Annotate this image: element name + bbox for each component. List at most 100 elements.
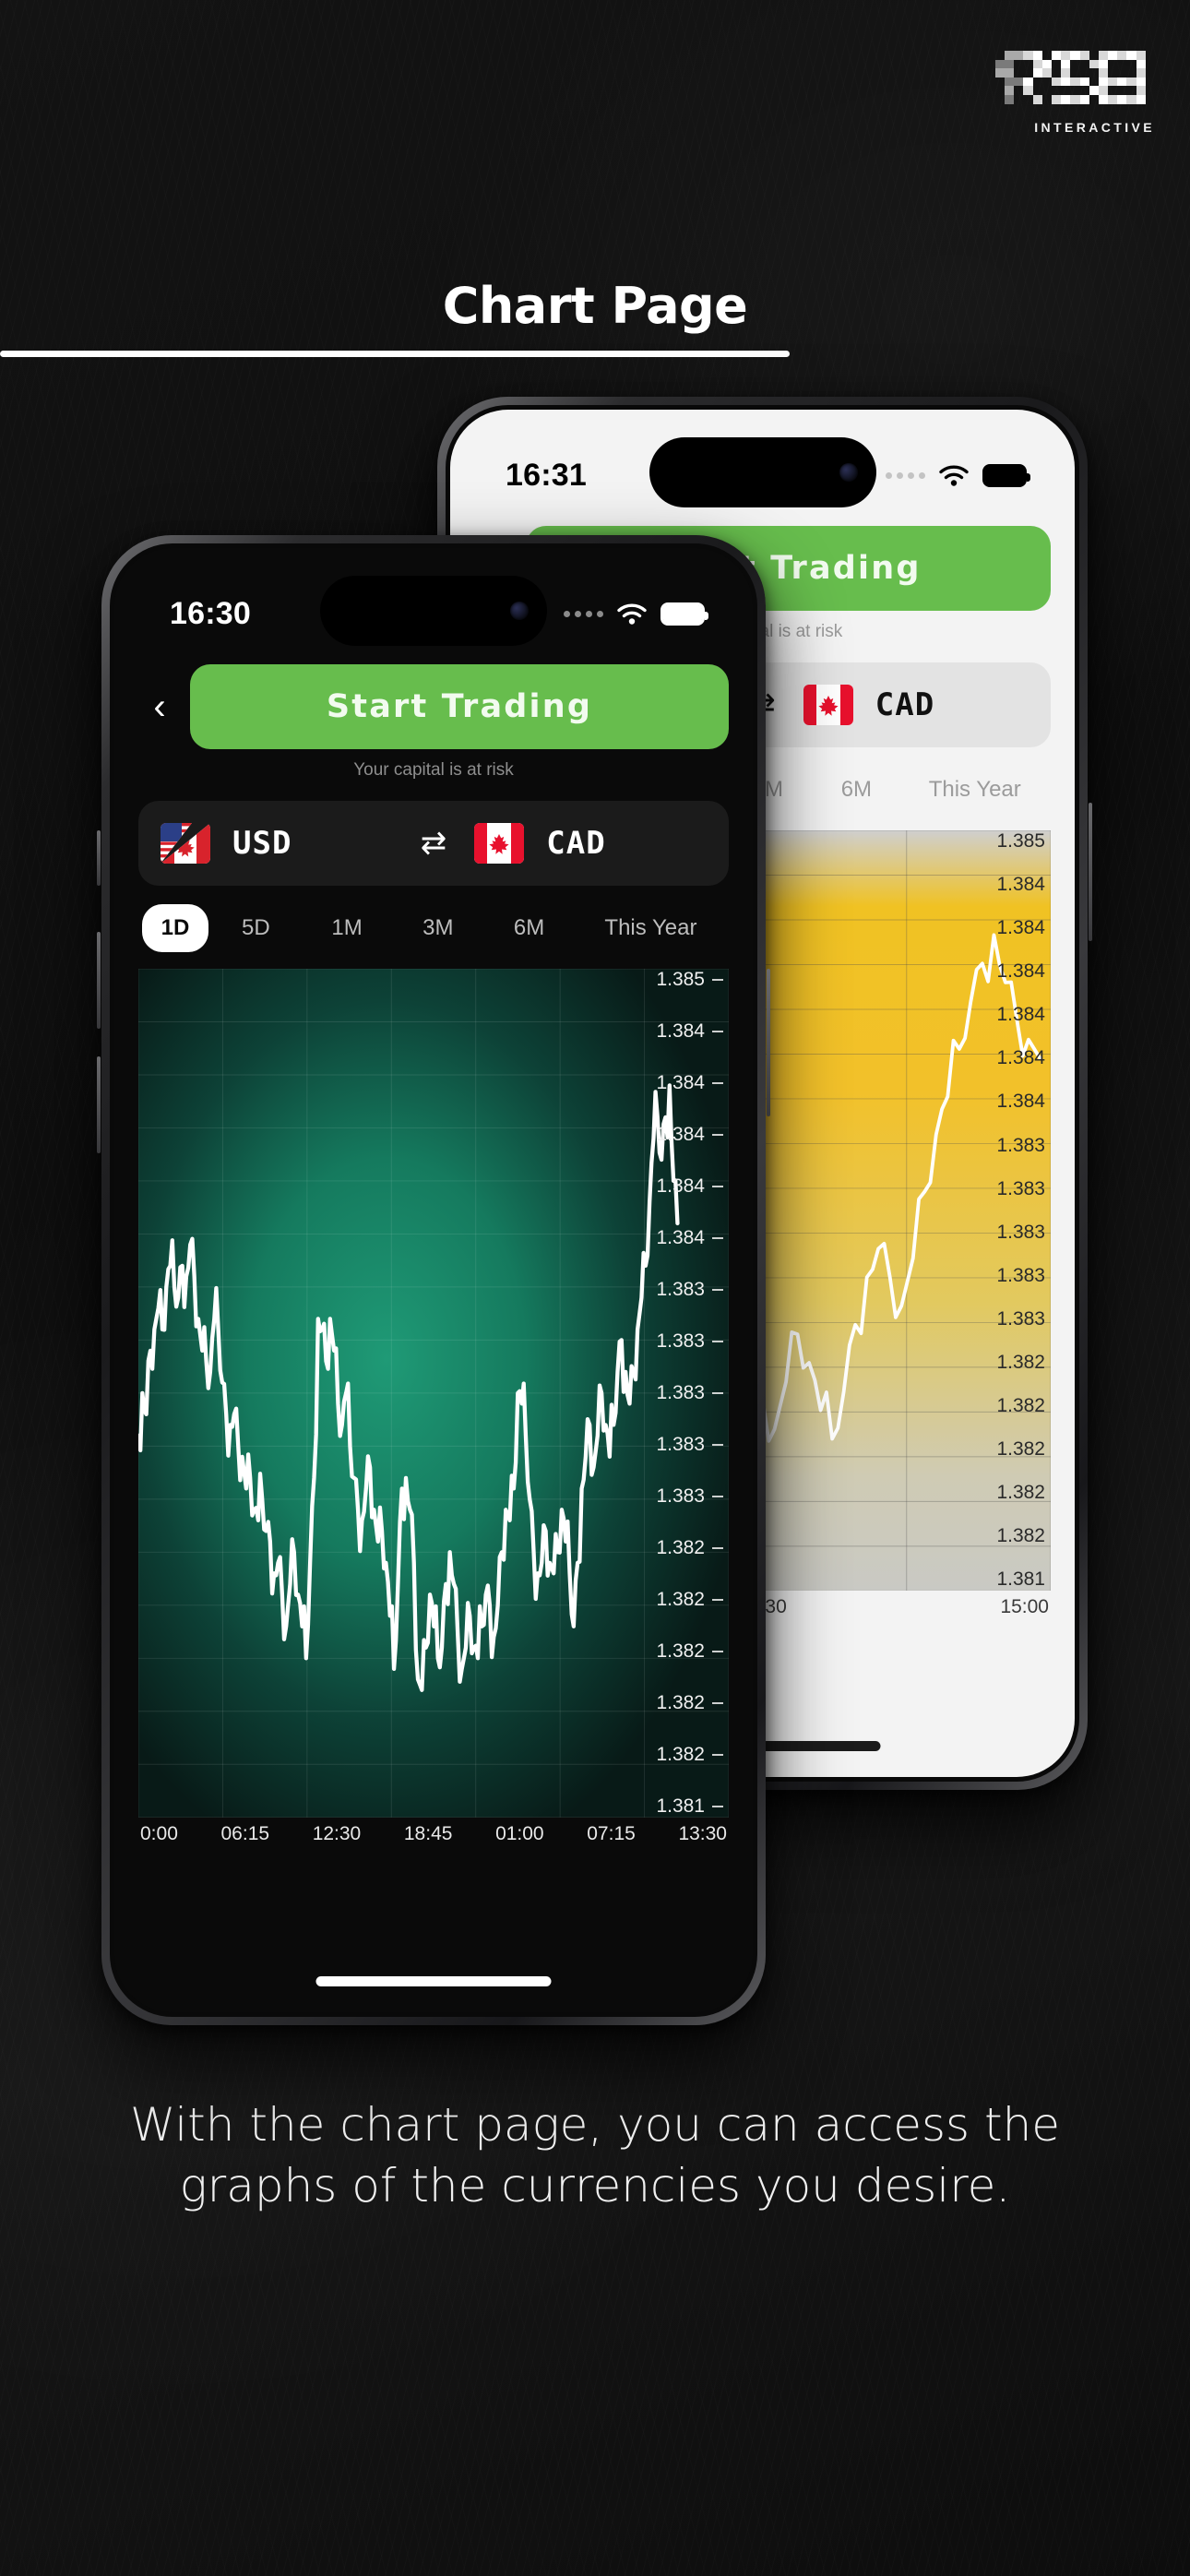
volume-up-button[interactable] [97,932,101,1029]
start-trading-button[interactable]: Start Trading [190,664,729,749]
price-chart-svg-front [138,969,729,1818]
logo-pixel [1005,104,1014,113]
logo-pixel [1146,104,1155,113]
to-currency[interactable]: CAD [781,685,1051,725]
logo-pixel [1098,86,1109,95]
brand-logo: INTERACTIVE [980,51,1155,135]
logo-pixel [1117,51,1127,60]
logo-pixel [1014,77,1024,87]
logo-pixel [1136,94,1146,104]
canada-flag-icon [803,685,853,725]
logo-pixel [1070,60,1079,69]
phone-screen-front: 16:30 ‹ Start Trading Your capital is at… [114,548,753,2012]
from-currency-code: USD [232,825,292,862]
to-currency[interactable]: CAD [452,823,729,864]
logo-pixel [1070,51,1080,60]
logo-pixel [1032,68,1042,78]
back-button[interactable]: ‹ [138,688,181,725]
logo-pixel [1042,86,1052,95]
logo-pixel [1052,60,1061,69]
dynamic-island [320,576,547,646]
logo-pixel [1146,86,1155,95]
logo-pixel [1023,104,1032,113]
power-button[interactable] [767,969,770,1116]
logo-pixel [1070,86,1079,95]
risk-disclaimer: Your capital is at risk [353,760,514,780]
logo-pixel [1089,59,1099,69]
logo-pixel [995,51,1005,60]
page-header: Chart Page [0,277,1190,335]
timeframe-tab-3m[interactable]: 3M [394,904,482,952]
poster-canvas: INTERACTIVE Chart Page 16:31 Start Tradi… [0,0,1190,2576]
logo-pixel [1005,51,1015,60]
timeframe-tab-1d[interactable]: 1D [142,904,208,952]
logo-pixel [1023,51,1033,60]
status-bar: 16:30 [114,548,753,659]
logo-pixel [1005,86,1015,95]
x-axis-tick: 0:00 [140,1822,178,1844]
logo-pixel [1108,51,1118,60]
logo-pixel [1108,68,1117,78]
logo-pixel [1089,51,1099,60]
logo-pixel [1061,68,1071,78]
logo-pixel [1089,86,1099,95]
logo-pixel [1051,51,1062,60]
logo-pixel [1136,77,1146,87]
logo-pixel [1061,59,1071,69]
logo-pixel [1061,51,1071,60]
logo-pixel [995,86,1005,95]
logo-pixel [1136,59,1146,69]
x-axis-labels-front: 0:00 06:15 12:30 18:45 01:00 07:15 13:30 [138,1818,729,1845]
currency-pair-selector[interactable]: USD ⇄ CA [138,801,729,886]
logo-pixel [1098,68,1109,78]
volume-down-button[interactable] [97,1056,101,1153]
from-currency[interactable]: USD [138,823,415,864]
front-camera-icon [839,463,858,482]
logo-pixel [1089,95,1099,104]
logo-pixel [1099,104,1108,113]
swap-currencies-icon[interactable]: ⇄ [415,825,453,862]
logo-pixel [1089,78,1099,87]
timeframe-tab-6m[interactable]: 6M [814,766,898,814]
battery-icon [660,602,708,626]
x-axis-tick: 06:15 [220,1822,270,1844]
logo-pixel [1032,94,1042,104]
timeframe-tabs-front[interactable]: 1D 5D 1M 3M 6M This Year [138,904,729,952]
logo-pixel [1051,77,1062,87]
logo-pixel [1089,104,1099,113]
logo-pixel [1032,59,1042,69]
canada-flag-icon [474,823,525,864]
logo-pixel [1023,77,1033,87]
timeframe-tab-5d[interactable]: 5D [212,904,300,952]
timeframe-tab-this-year[interactable]: This Year [902,766,1047,814]
caption-text: With the chart page, you can access the … [129,2098,1061,2212]
logo-pixel [995,78,1005,87]
logo-pixel [1108,77,1118,87]
logo-pixel [1080,104,1089,113]
mute-switch[interactable] [97,830,101,886]
price-chart-front[interactable]: 1.385 1.384 1.384 1.384 1.384 1.384 1.383 1.383… [138,969,729,1818]
x-axis-tick: 18:45 [403,1822,453,1844]
logo-pixel [1136,104,1146,113]
front-camera-icon [510,602,529,620]
logo-pixel [1117,104,1126,113]
cta-row: ‹ Start Trading [138,659,729,749]
logo-pixel [1033,104,1042,113]
logo-pixel [1079,51,1089,60]
power-button[interactable] [1089,803,1092,941]
x-axis-tick: 01:00 [495,1822,544,1844]
logo-pixel [1051,94,1062,104]
logo-pixel [1014,104,1023,113]
status-time: 16:30 [170,595,251,631]
timeframe-tab-this-year[interactable]: This Year [577,904,725,952]
timeframe-tab-6m[interactable]: 6M [485,904,573,952]
logo-pixel [995,104,1005,113]
logo-pixel [1070,104,1079,113]
x-axis-tick: 15:00 [1000,1596,1049,1618]
logo-pixel [1108,86,1117,95]
logo-pixel [1014,95,1023,104]
timeframe-tab-1m[interactable]: 1M [303,904,391,952]
home-indicator[interactable] [315,1976,552,1986]
logo-pixel [1079,77,1089,87]
x-axis-tick: 07:15 [587,1822,636,1844]
